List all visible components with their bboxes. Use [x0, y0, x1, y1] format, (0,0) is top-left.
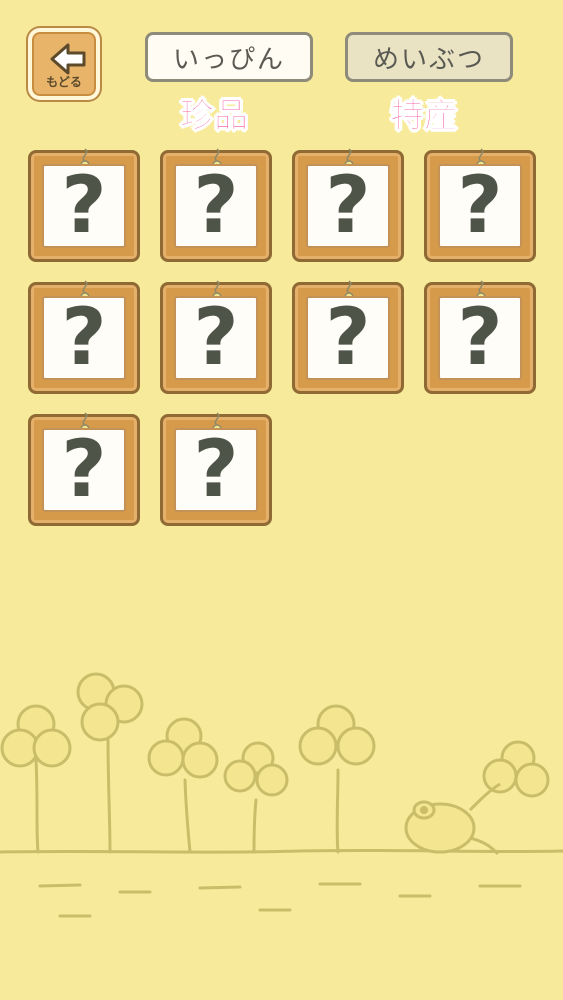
item-card[interactable]: ? — [28, 148, 140, 262]
tab-meibutsu[interactable]: めいぶつ — [345, 32, 513, 82]
question-mark-icon: ? — [325, 161, 371, 251]
item-card[interactable]: ? — [160, 148, 272, 262]
clover-icon — [223, 741, 289, 797]
question-mark-icon: ? — [61, 293, 107, 383]
clover-icon — [0, 704, 72, 768]
item-card-face: ? — [174, 428, 258, 512]
tab-ippin[interactable]: いっぴん — [145, 32, 313, 82]
arrow-left-icon — [50, 43, 86, 75]
item-card[interactable]: ? — [160, 280, 272, 394]
back-button-label: もどる — [46, 75, 82, 89]
item-card-face: ? — [42, 164, 126, 248]
question-mark-icon: ? — [193, 293, 239, 383]
item-card-face: ? — [306, 296, 390, 380]
question-mark-icon: ? — [61, 425, 107, 515]
tab-ippin-caption: 珍品 — [180, 96, 249, 137]
frog-icon — [404, 782, 501, 856]
question-mark-icon: ? — [193, 425, 239, 515]
item-card[interactable]: ? — [160, 412, 272, 526]
item-card-face: ? — [438, 164, 522, 248]
item-card[interactable]: ? — [28, 280, 140, 394]
item-card[interactable]: ? — [292, 280, 404, 394]
item-card[interactable]: ? — [424, 280, 536, 394]
question-mark-icon: ? — [61, 161, 107, 251]
question-mark-icon: ? — [193, 161, 239, 251]
item-card-face: ? — [174, 296, 258, 380]
clover-field-scenery — [0, 672, 563, 918]
question-mark-icon: ? — [457, 293, 503, 383]
item-card[interactable]: ? — [28, 412, 140, 526]
back-button[interactable]: もどる — [28, 28, 100, 100]
item-card-face: ? — [42, 296, 126, 380]
item-card-face: ? — [42, 428, 126, 512]
question-mark-icon: ? — [457, 161, 503, 251]
item-card-face: ? — [438, 296, 522, 380]
item-card-face: ? — [306, 164, 390, 248]
item-card[interactable]: ? — [292, 148, 404, 262]
clover-icon — [298, 704, 376, 766]
item-card-face: ? — [174, 164, 258, 248]
question-mark-icon: ? — [325, 293, 371, 383]
tab-meibutsu-caption: 特産 — [390, 96, 459, 137]
clover-icon — [76, 672, 144, 742]
clover-icon — [147, 717, 219, 779]
item-card[interactable]: ? — [424, 148, 536, 262]
